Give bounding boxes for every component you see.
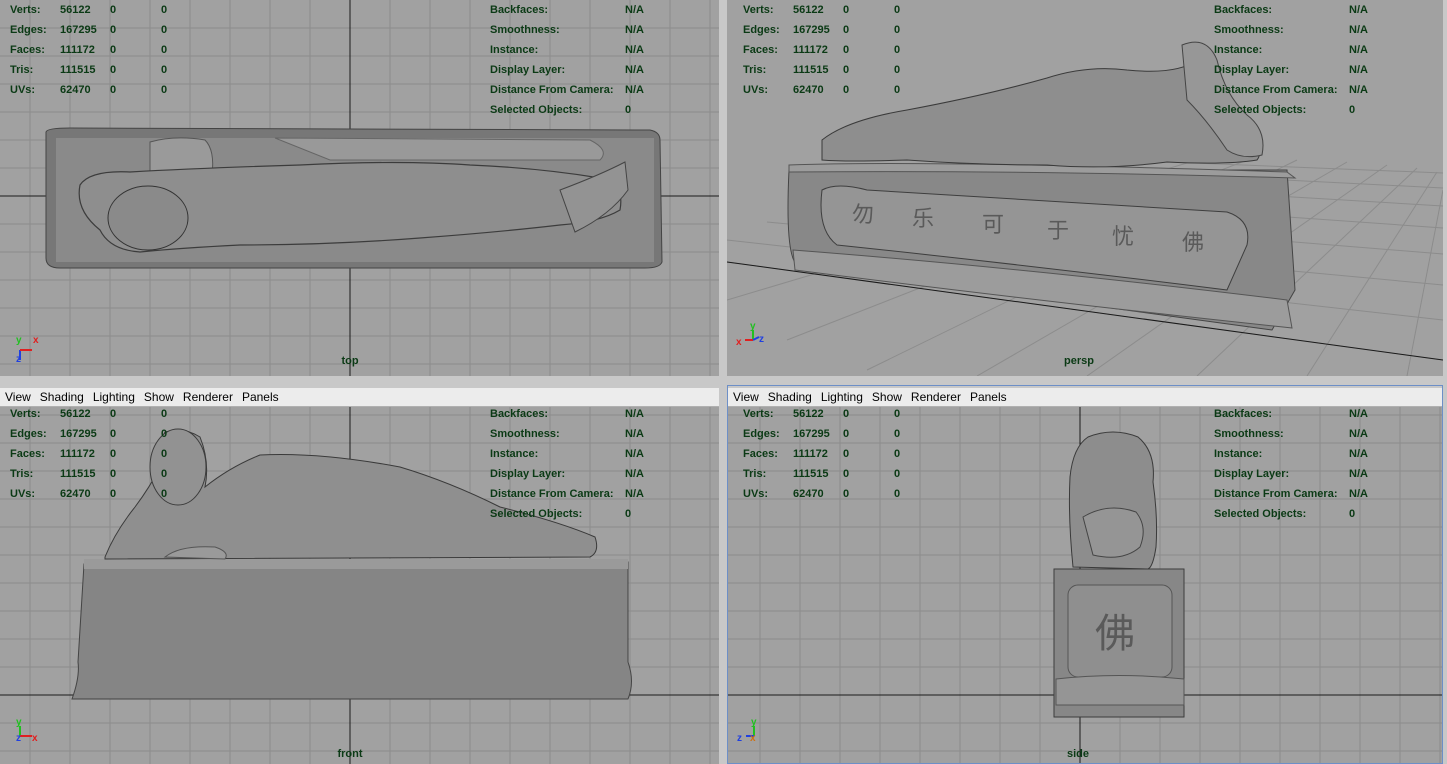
hud-display-persp: Backfaces: N/A Smoothness: N/A Instance: N/… bbox=[1214, 4, 1368, 116]
svg-text:z: z bbox=[737, 733, 742, 744]
svg-text:z: z bbox=[759, 334, 764, 345]
axis-gizmo-icon: y z x bbox=[737, 717, 757, 744]
axis-gizmo-icon: y z x bbox=[16, 717, 38, 744]
svg-text:x: x bbox=[32, 733, 38, 744]
viewport-side[interactable]: View Shading Lighting Show Renderer Panels 佛 … bbox=[728, 388, 1442, 764]
svg-text:y: y bbox=[750, 321, 756, 332]
viewport-label-front: front bbox=[337, 748, 363, 760]
svg-text:y: y bbox=[16, 335, 22, 346]
statue-top-view bbox=[45, 127, 663, 269]
viewport-divider-horizontal[interactable] bbox=[0, 376, 1447, 384]
viewport-label-top: top bbox=[341, 355, 359, 367]
svg-text:x: x bbox=[33, 335, 39, 346]
hud-display-side: Backfaces: N/A Smoothness: N/A Instance: N/… bbox=[1214, 408, 1368, 520]
svg-text:y: y bbox=[751, 717, 757, 728]
hud-stats-persp: Verts: 56122 0 0 Edges: 167295 0 0 Faces: 11117… bbox=[743, 4, 901, 96]
svg-text:忧: 忧 bbox=[1112, 225, 1134, 250]
viewport-persp[interactable]: 勿 乐 可 于 忧 佛 Verts: 56122 0 0 Edges: 167295 0 0… bbox=[727, 0, 1443, 376]
svg-text:y: y bbox=[16, 717, 22, 728]
hud-stats-front: Verts: 56122 0 0 Edges: 167295 0 0 Faces: 11117… bbox=[10, 408, 168, 500]
hud-display-top: Backfaces: N/A Smoothness: N/A Instance: N/… bbox=[490, 4, 644, 116]
axis-gizmo-icon: y x z bbox=[16, 335, 39, 365]
svg-text:z: z bbox=[16, 733, 21, 744]
svg-text:佛: 佛 bbox=[1182, 231, 1204, 256]
axis-gizmo-icon: y x z bbox=[736, 321, 764, 348]
statue-side-view: 佛 bbox=[1053, 431, 1185, 718]
svg-text:于: 于 bbox=[1047, 219, 1069, 244]
hud-display-front: Backfaces: N/A Smoothness: N/A Instance: N/… bbox=[490, 408, 644, 520]
hud-stats-top: Verts: 56122 0 0 Edges: 167295 0 0 Faces: 11117… bbox=[10, 4, 168, 96]
menu-panels[interactable]: Panels bbox=[965, 388, 1011, 406]
menu-panels[interactable]: Panels bbox=[237, 388, 283, 406]
svg-text:可: 可 bbox=[982, 213, 1004, 238]
viewport-top[interactable]: Verts: 56122 0 0 Edges: 167295 0 0 Faces: 11117… bbox=[0, 0, 719, 376]
svg-text:佛: 佛 bbox=[1095, 611, 1135, 657]
svg-text:x: x bbox=[750, 733, 756, 744]
hud-stats-side: Verts: 56122 0 0 Edges: 167295 0 0 Faces: 11117… bbox=[743, 408, 901, 500]
viewport-front[interactable]: View Shading Lighting Show Renderer Panels Ve… bbox=[0, 388, 719, 764]
viewport-label-persp: persp bbox=[1064, 355, 1094, 367]
svg-text:z: z bbox=[16, 354, 21, 365]
svg-text:乐: 乐 bbox=[912, 207, 934, 232]
svg-text:x: x bbox=[736, 337, 742, 348]
svg-text:勿: 勿 bbox=[852, 203, 874, 228]
viewport-label-side: side bbox=[1066, 748, 1090, 760]
